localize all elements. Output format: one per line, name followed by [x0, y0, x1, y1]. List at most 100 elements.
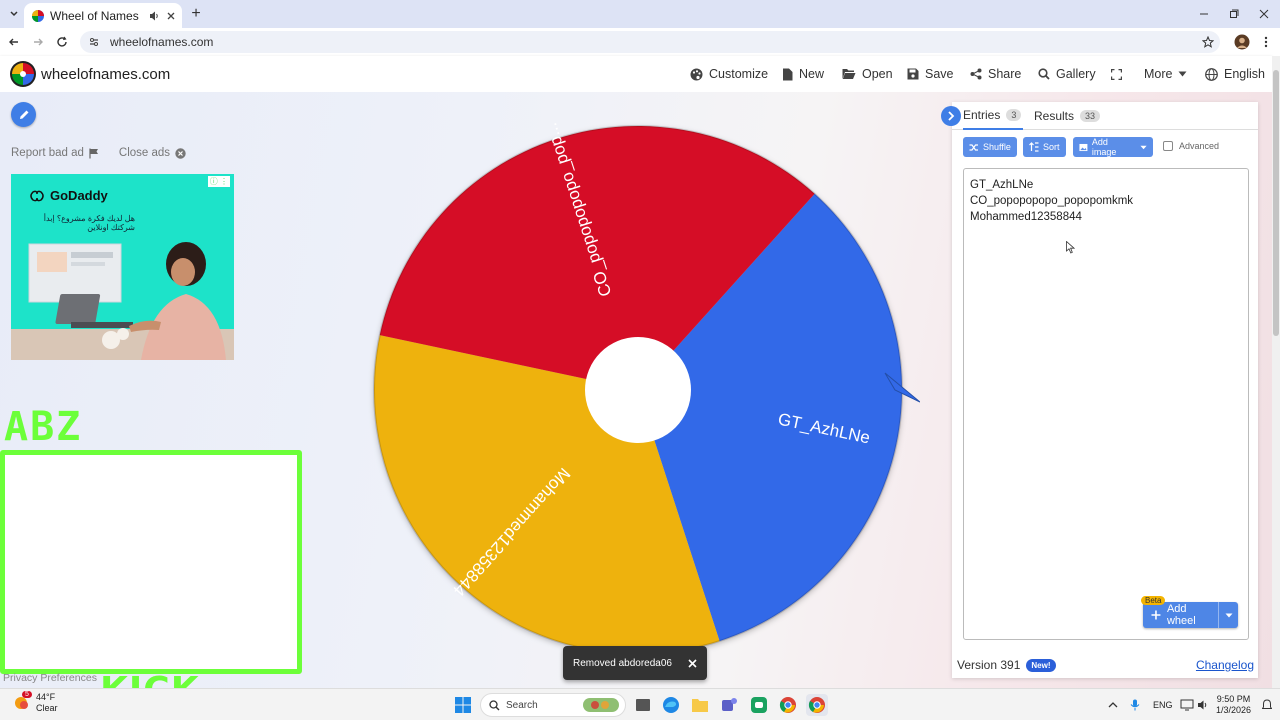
- save-button[interactable]: Save: [907, 56, 954, 92]
- close-icon: [1259, 9, 1269, 19]
- collapse-panel-button[interactable]: [941, 106, 961, 126]
- file-explorer-app[interactable]: [689, 694, 711, 716]
- close-ads-link[interactable]: Close ads: [119, 147, 186, 159]
- chrome-app[interactable]: [777, 694, 799, 716]
- add-wheel-button[interactable]: Add wheel: [1143, 602, 1238, 628]
- search-highlight-icon: [583, 698, 619, 712]
- browser-menu-button[interactable]: [1256, 32, 1276, 52]
- advanced-checkbox[interactable]: Advanced: [1163, 141, 1219, 151]
- volume-button[interactable]: [1197, 689, 1209, 720]
- open-button[interactable]: Open: [842, 56, 893, 92]
- close-tab-icon[interactable]: [166, 11, 176, 21]
- site-info-icon[interactable]: [88, 36, 100, 48]
- restore-icon: [1230, 9, 1239, 18]
- tab-entries-label: Entries: [963, 108, 1001, 122]
- weather-widget[interactable]: 44°F Clear: [12, 692, 58, 714]
- version-label: Version 391: [957, 658, 1021, 672]
- xbox-app[interactable]: [748, 694, 770, 716]
- tab-entries[interactable]: Entries 3: [963, 102, 1023, 130]
- share-button[interactable]: Share: [970, 56, 1021, 92]
- language-button[interactable]: English: [1205, 56, 1265, 92]
- fullscreen-button[interactable]: [1111, 56, 1122, 92]
- monitor-network-icon: [1180, 699, 1194, 711]
- wheel-center-button[interactable]: [585, 337, 691, 443]
- close-window-button[interactable]: [1248, 0, 1280, 28]
- taskbar-search[interactable]: Search: [480, 693, 626, 717]
- bookmark-button[interactable]: [1198, 32, 1218, 52]
- site-name[interactable]: wheelofnames.com: [41, 66, 170, 83]
- address-bar[interactable]: wheelofnames.com: [80, 31, 1220, 53]
- taskbar-search-label: Search: [506, 699, 538, 711]
- network-button[interactable]: [1180, 689, 1194, 720]
- start-button[interactable]: [452, 694, 474, 716]
- tab-search-button[interactable]: [4, 4, 24, 24]
- privacy-preferences-link[interactable]: Privacy Preferences: [3, 672, 97, 684]
- advanced-label: Advanced: [1179, 141, 1220, 151]
- stream-overlay-frame: [0, 450, 302, 674]
- tab-title: Wheel of Names | Random: [50, 8, 142, 23]
- add-image-label: Add image: [1091, 137, 1117, 157]
- add-wheel-main[interactable]: Add wheel: [1143, 603, 1218, 627]
- page-scrollbar-thumb[interactable]: [1273, 70, 1279, 336]
- language-label: English: [1224, 67, 1265, 81]
- version-info: Version 391 New!: [957, 658, 1056, 672]
- shuffle-button[interactable]: Shuffle: [963, 137, 1017, 157]
- more-menu-button[interactable]: More: [1144, 56, 1187, 92]
- customize-button[interactable]: Customize: [690, 56, 768, 92]
- customize-label: Customize: [709, 67, 769, 81]
- palette-icon: [690, 68, 703, 80]
- advertisement[interactable]: GoDaddy هل لديك فكرة مشروع؟ إبدأ شركتك ا…: [11, 174, 234, 360]
- entries-textarea[interactable]: GT_AzhLNe CO_popopopopo_popopomkmk Moham…: [963, 168, 1249, 640]
- beta-badge: Beta: [1141, 596, 1166, 605]
- close-circle-icon: [175, 147, 186, 159]
- bell-icon: [1262, 699, 1272, 709]
- close-icon[interactable]: [688, 658, 697, 668]
- entry-line: Mohammed12358844: [970, 211, 1082, 223]
- search-icon: [1038, 68, 1050, 80]
- back-button[interactable]: [4, 32, 24, 52]
- gallery-button[interactable]: Gallery: [1038, 56, 1096, 92]
- chrome-app-active[interactable]: [806, 694, 828, 716]
- report-bad-ad-label: Report bad ad: [11, 147, 84, 159]
- teams-app[interactable]: [718, 694, 740, 716]
- tray-overflow-button[interactable]: [1108, 689, 1118, 720]
- ad-choices-icon[interactable]: ⓘ ⋮: [207, 176, 230, 187]
- add-image-button[interactable]: Add image: [1073, 137, 1153, 157]
- sort-button[interactable]: Sort: [1023, 137, 1066, 157]
- site-logo[interactable]: [10, 61, 36, 87]
- speaker-icon[interactable]: [148, 10, 160, 22]
- clock-time: 9:50 PM: [1216, 694, 1251, 704]
- tab-results[interactable]: Results 33: [1034, 102, 1101, 130]
- notifications-button[interactable]: [1262, 689, 1272, 720]
- weather-condition: Clear: [36, 703, 58, 713]
- minimize-button[interactable]: [1188, 0, 1220, 28]
- edge-app[interactable]: [660, 694, 682, 716]
- microphone-button[interactable]: [1130, 689, 1140, 720]
- star-icon: [1202, 36, 1214, 48]
- microphone-icon: [1130, 699, 1140, 711]
- avatar: [1234, 34, 1250, 50]
- new-button[interactable]: New: [782, 56, 824, 92]
- gallery-label: Gallery: [1056, 67, 1096, 81]
- browser-tab-active[interactable]: Wheel of Names | Random: [24, 3, 182, 28]
- task-view-button[interactable]: [632, 694, 654, 716]
- name-wheel[interactable]: GT_AzhLNeMohammed12358844CO_popopopopo_p…: [360, 112, 920, 672]
- stream-overlay-title: ABZ: [4, 404, 83, 450]
- entries-count-badge: 3: [1006, 109, 1022, 121]
- weather-temp: 44°F: [36, 692, 56, 702]
- report-bad-ad-link[interactable]: Report bad ad: [11, 147, 99, 159]
- reload-button[interactable]: [52, 32, 72, 52]
- advanced-checkbox-box[interactable]: [1163, 141, 1173, 151]
- system-clock[interactable]: 9:50 PM 1/3/2026: [1216, 694, 1251, 716]
- pencil-icon: [19, 110, 28, 119]
- caret-down-icon: [1225, 613, 1232, 617]
- restore-button[interactable]: [1218, 0, 1250, 28]
- input-language[interactable]: ENG: [1153, 689, 1173, 720]
- edit-title-button[interactable]: [11, 102, 36, 127]
- changelog-link[interactable]: Changelog: [1196, 658, 1254, 672]
- add-wheel-dropdown[interactable]: [1218, 602, 1238, 628]
- profile-button[interactable]: [1232, 32, 1252, 52]
- sort-icon: [1029, 142, 1039, 152]
- new-tab-button[interactable]: +: [186, 4, 206, 24]
- forward-button[interactable]: [28, 32, 48, 52]
